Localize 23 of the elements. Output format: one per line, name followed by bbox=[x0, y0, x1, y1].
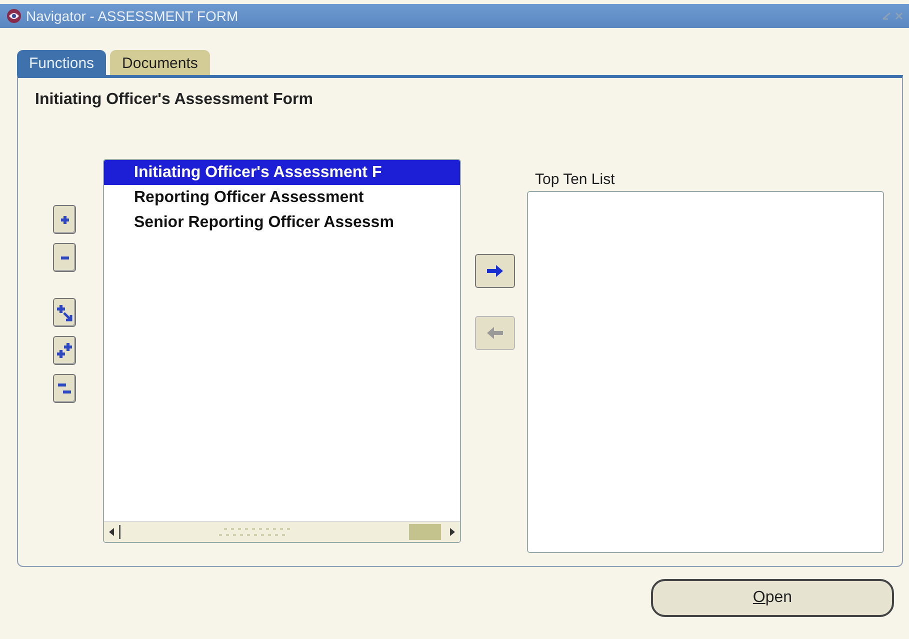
window-title: Navigator - ASSESSMENT FORM bbox=[26, 8, 238, 24]
open-button[interactable]: Open bbox=[651, 579, 894, 617]
list-item[interactable]: Senior Reporting Officer Assessm bbox=[104, 210, 460, 235]
horizontal-scrollbar[interactable] bbox=[104, 521, 460, 542]
tree-button[interactable] bbox=[53, 374, 76, 403]
left-arrow-icon bbox=[486, 326, 504, 340]
list-item[interactable]: Initiating Officer's Assessment F bbox=[104, 160, 460, 185]
tree-button[interactable] bbox=[53, 298, 76, 327]
tree-button[interactable] bbox=[53, 205, 76, 234]
tree-button[interactable] bbox=[53, 243, 76, 272]
double-plus-icon bbox=[56, 340, 74, 360]
tab[interactable]: Functions bbox=[17, 50, 106, 75]
top-ten-label: Top Ten List bbox=[535, 171, 616, 188]
minus-icon bbox=[58, 254, 70, 260]
app-logo-icon bbox=[6, 8, 22, 24]
right-arrow-icon bbox=[486, 264, 504, 278]
plus-arrow-icon bbox=[56, 302, 74, 322]
form-heading: Initiating Officer's Assessment Form bbox=[35, 91, 314, 109]
plus-icon bbox=[58, 214, 70, 226]
tree-button[interactable] bbox=[53, 336, 76, 365]
list-item[interactable]: Reporting Officer Assessment bbox=[104, 185, 460, 210]
move-button[interactable] bbox=[475, 254, 515, 288]
tab[interactable]: Documents bbox=[110, 50, 210, 75]
